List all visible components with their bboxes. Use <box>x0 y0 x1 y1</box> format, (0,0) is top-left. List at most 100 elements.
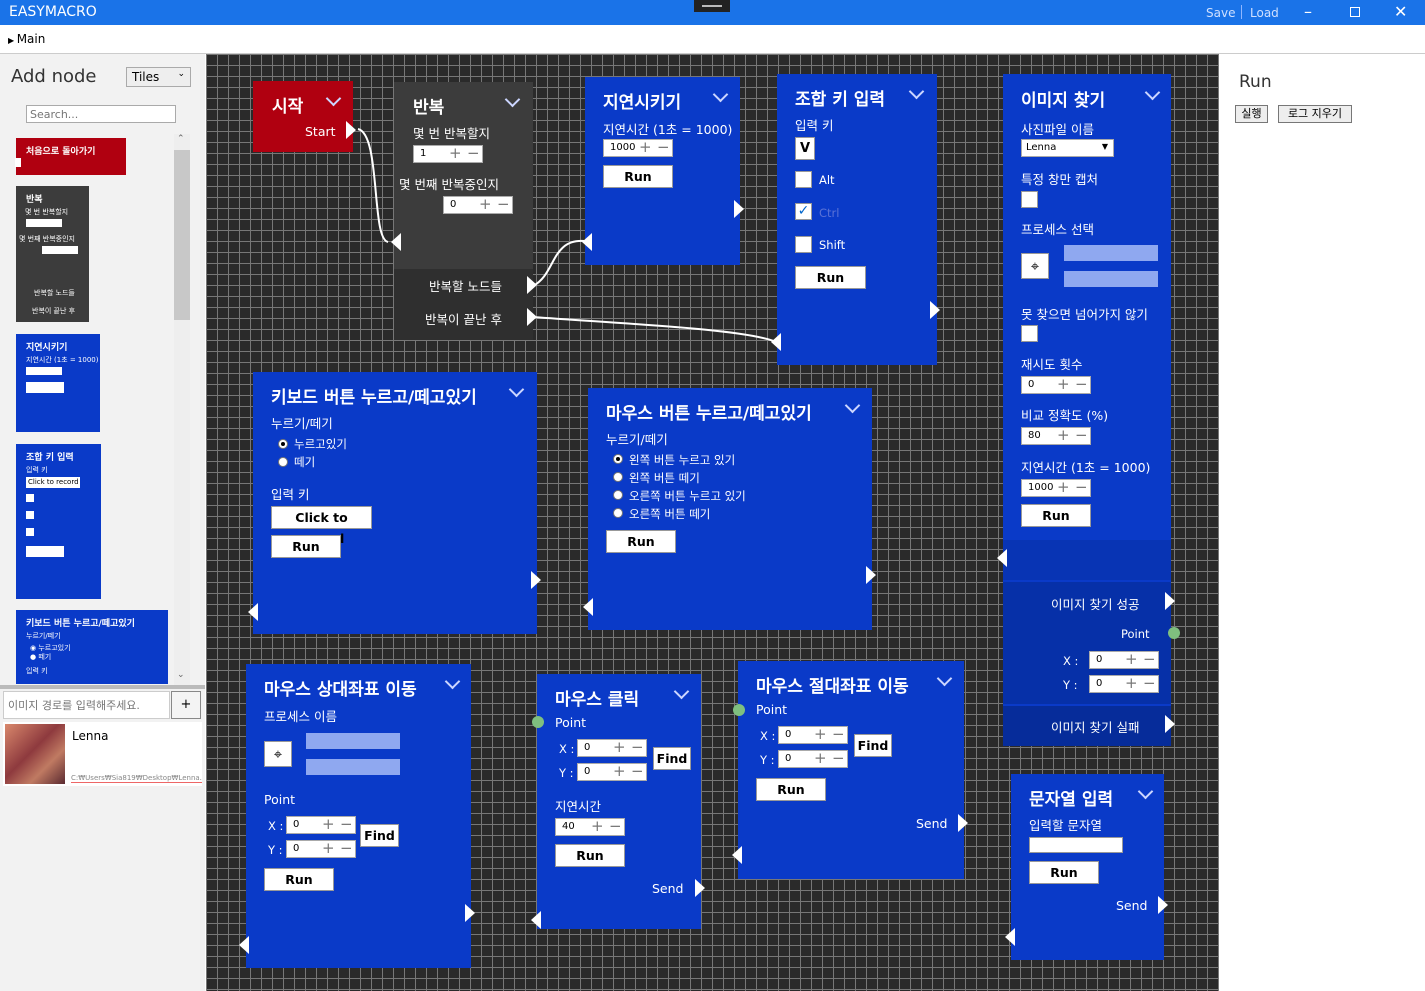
plus-icon[interactable]: + <box>1057 377 1070 392</box>
abs-input-pin[interactable] <box>732 846 742 864</box>
shift-checkbox[interactable] <box>795 236 812 253</box>
plus-icon[interactable]: + <box>1057 428 1070 443</box>
node-canvas[interactable]: 시작 Start 반복 몇 번 반복할지 1 + − 몇 번째 반복중인지 0 + − … <box>206 54 1219 991</box>
kbd-release-radio[interactable] <box>278 457 288 467</box>
minus-icon[interactable]: − <box>609 819 622 834</box>
maximize-icon[interactable] <box>1350 7 1360 17</box>
collapse-chevron-icon[interactable] <box>844 397 861 414</box>
plus-icon[interactable]: + <box>613 764 626 779</box>
execute-button[interactable]: 실행 <box>1235 105 1268 123</box>
find-fail-pin[interactable] <box>1165 715 1175 733</box>
loop-cur-stepper[interactable]: 0 + − <box>443 196 513 214</box>
scroll-up-icon[interactable]: ⌃ <box>177 134 185 144</box>
palette-combo[interactable]: 조합 키 입력 입력 키 Click to record <box>16 444 101 599</box>
minus-icon[interactable]: − <box>497 197 510 212</box>
image-list-item[interactable]: Lenna C:₩Users₩Sia819₩Desktop₩Lenna.png <box>3 722 202 786</box>
plus-icon[interactable]: + <box>639 140 652 155</box>
accuracy-stepper[interactable]: 80 + − <box>1021 427 1091 445</box>
minus-icon[interactable]: − <box>832 751 845 766</box>
rel-y-stepper[interactable]: 0 + − <box>286 840 356 858</box>
node-delay[interactable]: 지연시키기 지연시간 (1초 = 1000) 1000 + − Run <box>582 77 744 265</box>
plus-icon[interactable]: + <box>1057 480 1070 495</box>
text-input-pin[interactable] <box>1005 928 1015 946</box>
collapse-chevron-icon[interactable] <box>325 90 342 107</box>
palette-goto-first[interactable]: 처음으로 돌아가기 <box>15 138 126 175</box>
window-field[interactable] <box>1064 271 1158 287</box>
minus-icon[interactable]: − <box>657 140 670 155</box>
minus-icon[interactable]: − <box>1143 676 1156 691</box>
mouse-o1-radio[interactable] <box>613 454 623 464</box>
delay-run-button[interactable]: Run <box>603 165 673 188</box>
find-y-stepper[interactable]: 0 + − <box>1089 675 1159 693</box>
abs-point-pin[interactable] <box>733 704 745 716</box>
scrollbar-thumb[interactable] <box>174 150 190 320</box>
find-image-run-button[interactable]: Run <box>1021 504 1091 527</box>
rel-x-stepper[interactable]: 0 + − <box>286 816 356 834</box>
plus-icon[interactable]: + <box>1125 652 1138 667</box>
minus-icon[interactable]: − <box>1143 652 1156 667</box>
loop-count-stepper[interactable]: 1 + − <box>413 145 483 163</box>
collapse-chevron-icon[interactable] <box>712 86 729 103</box>
text-input-field[interactable] <box>1029 837 1123 853</box>
minus-icon[interactable]: − <box>631 764 644 779</box>
click-to-record-button[interactable]: Click to record <box>271 506 372 546</box>
combo-key-field[interactable]: V <box>795 137 815 160</box>
mouse-o3-radio[interactable] <box>613 490 623 500</box>
capture-window-checkbox[interactable] <box>1021 191 1038 208</box>
abs-find-button[interactable]: Find <box>854 734 892 757</box>
mouse-o4-radio[interactable] <box>613 508 623 518</box>
delay-output-pin[interactable] <box>734 200 744 218</box>
find-image-input-pin[interactable] <box>997 549 1007 567</box>
collapse-chevron-icon[interactable] <box>1137 783 1154 800</box>
combo-input-pin[interactable] <box>771 333 781 351</box>
load-button[interactable]: Load <box>1250 6 1279 20</box>
palette-delay[interactable]: 지연시키기 지연시간 (1초 = 1000) <box>16 334 100 432</box>
plus-icon[interactable]: + <box>322 817 335 832</box>
node-mouse-absolute[interactable]: 마우스 절대좌표 이동 Point X : 0 + − Y : 0 + − Find R… <box>732 661 968 879</box>
process-field[interactable] <box>1064 245 1158 261</box>
click-y-stepper[interactable]: 0 + − <box>577 763 647 781</box>
minus-icon[interactable]: − <box>1075 428 1088 443</box>
node-loop[interactable]: 반복 몇 번 반복할지 1 + − 몇 번째 반복중인지 0 + − 반복할 노드들 반… <box>391 82 537 340</box>
find-success-pin[interactable] <box>1165 592 1175 610</box>
loop-body-pin[interactable] <box>527 276 537 294</box>
image-file-select[interactable]: Lenna ▼ <box>1021 139 1114 157</box>
collapse-chevron-icon[interactable] <box>444 673 461 690</box>
ctrl-checkbox[interactable]: ✓ <box>795 203 812 220</box>
node-combo[interactable]: 조합 키 입력 입력 키 V Alt ✓ Ctrl Shift Run <box>771 74 940 365</box>
close-icon[interactable]: ✕ <box>1394 2 1407 21</box>
rel-output-pin[interactable] <box>465 904 475 922</box>
rel-window-field[interactable] <box>306 759 400 775</box>
rel-find-button[interactable]: Find <box>360 824 399 847</box>
kbd-run-button[interactable]: Run <box>271 535 341 558</box>
click-run-button[interactable]: Run <box>555 844 625 867</box>
collapse-chevron-icon[interactable] <box>504 91 521 108</box>
combo-output-pin[interactable] <box>930 301 940 319</box>
loop-after-pin[interactable] <box>527 308 537 326</box>
collapse-chevron-icon[interactable] <box>508 381 525 398</box>
delay-stepper[interactable]: 1000 + − <box>603 139 673 157</box>
collapse-chevron-icon[interactable] <box>936 670 953 687</box>
plus-icon[interactable]: + <box>479 197 492 212</box>
minus-icon[interactable]: − <box>1075 480 1088 495</box>
kbd-input-pin[interactable] <box>248 603 258 621</box>
abs-send-pin[interactable] <box>958 814 968 832</box>
rel-process-field[interactable] <box>306 733 400 749</box>
mouse-o2-radio[interactable] <box>613 472 623 482</box>
mouse-button-input-pin[interactable] <box>583 598 593 616</box>
tab-main[interactable]: ▶ Main <box>8 32 45 46</box>
no-skip-checkbox[interactable] <box>1021 325 1038 342</box>
collapse-chevron-icon[interactable] <box>1144 84 1161 101</box>
palette-loop[interactable]: 반복 몇 번 반복할지 몇 번째 반복중인지 반복할 노드들 반복이 끝난 후 <box>16 186 89 322</box>
text-send-pin[interactable] <box>1158 896 1168 914</box>
click-input-pin[interactable] <box>531 911 541 929</box>
node-mouse-click[interactable]: 마우스 클릭 Point X : 0 + − Y : 0 + − Find 지연시간 4… <box>531 674 705 929</box>
find-point-pin[interactable] <box>1168 627 1180 639</box>
delay-input-pin[interactable] <box>582 233 592 251</box>
plus-icon[interactable]: + <box>814 727 827 742</box>
drag-handle[interactable] <box>694 0 730 12</box>
start-output-pin[interactable] <box>346 121 356 139</box>
minus-icon[interactable]: − <box>340 817 353 832</box>
click-x-stepper[interactable]: 0 + − <box>577 739 647 757</box>
plus-icon[interactable]: + <box>449 146 462 161</box>
